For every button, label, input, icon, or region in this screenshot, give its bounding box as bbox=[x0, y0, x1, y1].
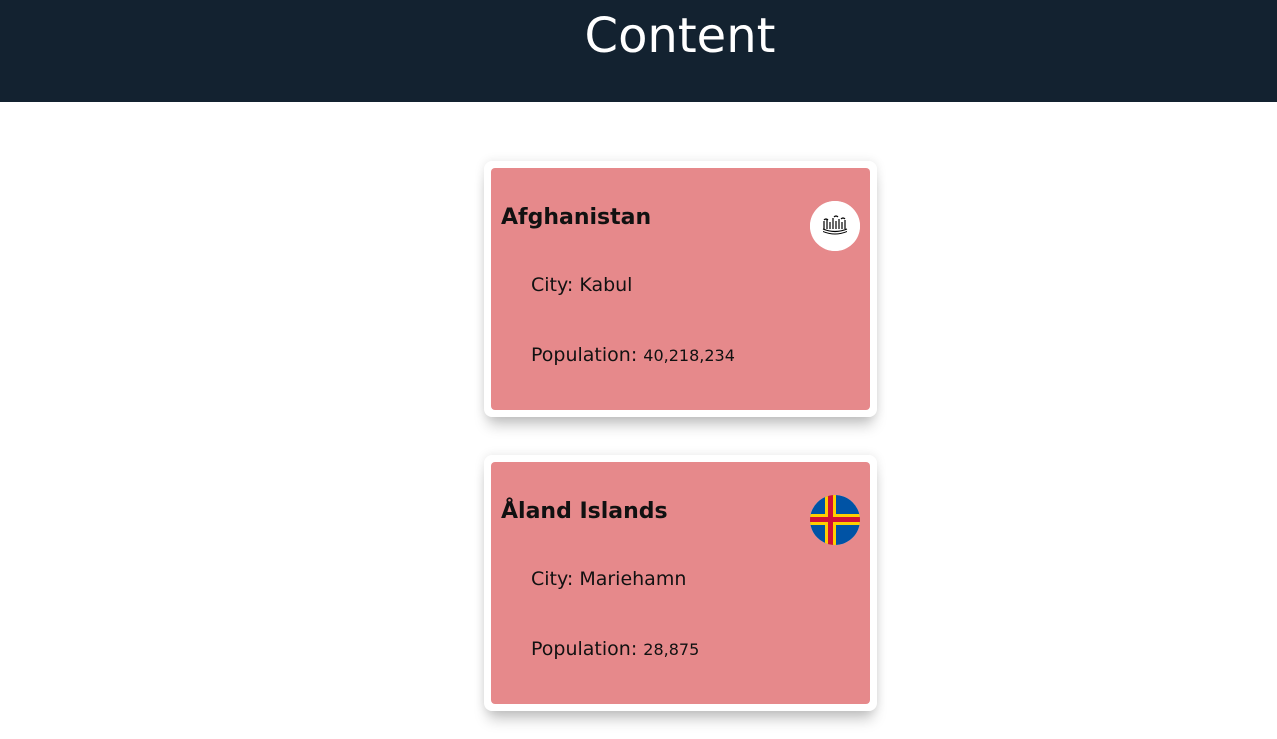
population-row: Population: 28,875 bbox=[531, 636, 699, 663]
city-row: City: Mariehamn bbox=[531, 566, 686, 592]
city-row: City: Kabul bbox=[531, 272, 632, 298]
country-card-body: Åland Islands City: Mariehamn Population… bbox=[491, 462, 870, 704]
population-label: Population: bbox=[531, 638, 638, 660]
country-name: Afghanistan bbox=[501, 205, 652, 230]
aland-islands-flag-icon bbox=[810, 495, 860, 545]
page-header: Content bbox=[0, 0, 1277, 102]
country-name: Åland Islands bbox=[501, 499, 668, 524]
population-value: 40,218,234 bbox=[643, 346, 735, 365]
city-label: City: bbox=[531, 274, 574, 296]
population-label: Population: bbox=[531, 344, 638, 366]
afghanistan-flag-icon bbox=[810, 201, 860, 251]
population-value: 28,875 bbox=[643, 640, 700, 659]
population-row: Population: 40,218,234 bbox=[531, 342, 735, 369]
country-card-body: Afghanistan City: Kabul Population: 40,2… bbox=[491, 168, 870, 410]
city-value: Kabul bbox=[579, 274, 633, 296]
country-card: Åland Islands City: Mariehamn Population… bbox=[484, 455, 877, 711]
page-title: Content bbox=[584, 8, 776, 64]
city-value: Mariehamn bbox=[579, 568, 687, 590]
country-card: Afghanistan City: Kabul Population: 40,2… bbox=[484, 161, 877, 417]
city-label: City: bbox=[531, 568, 574, 590]
